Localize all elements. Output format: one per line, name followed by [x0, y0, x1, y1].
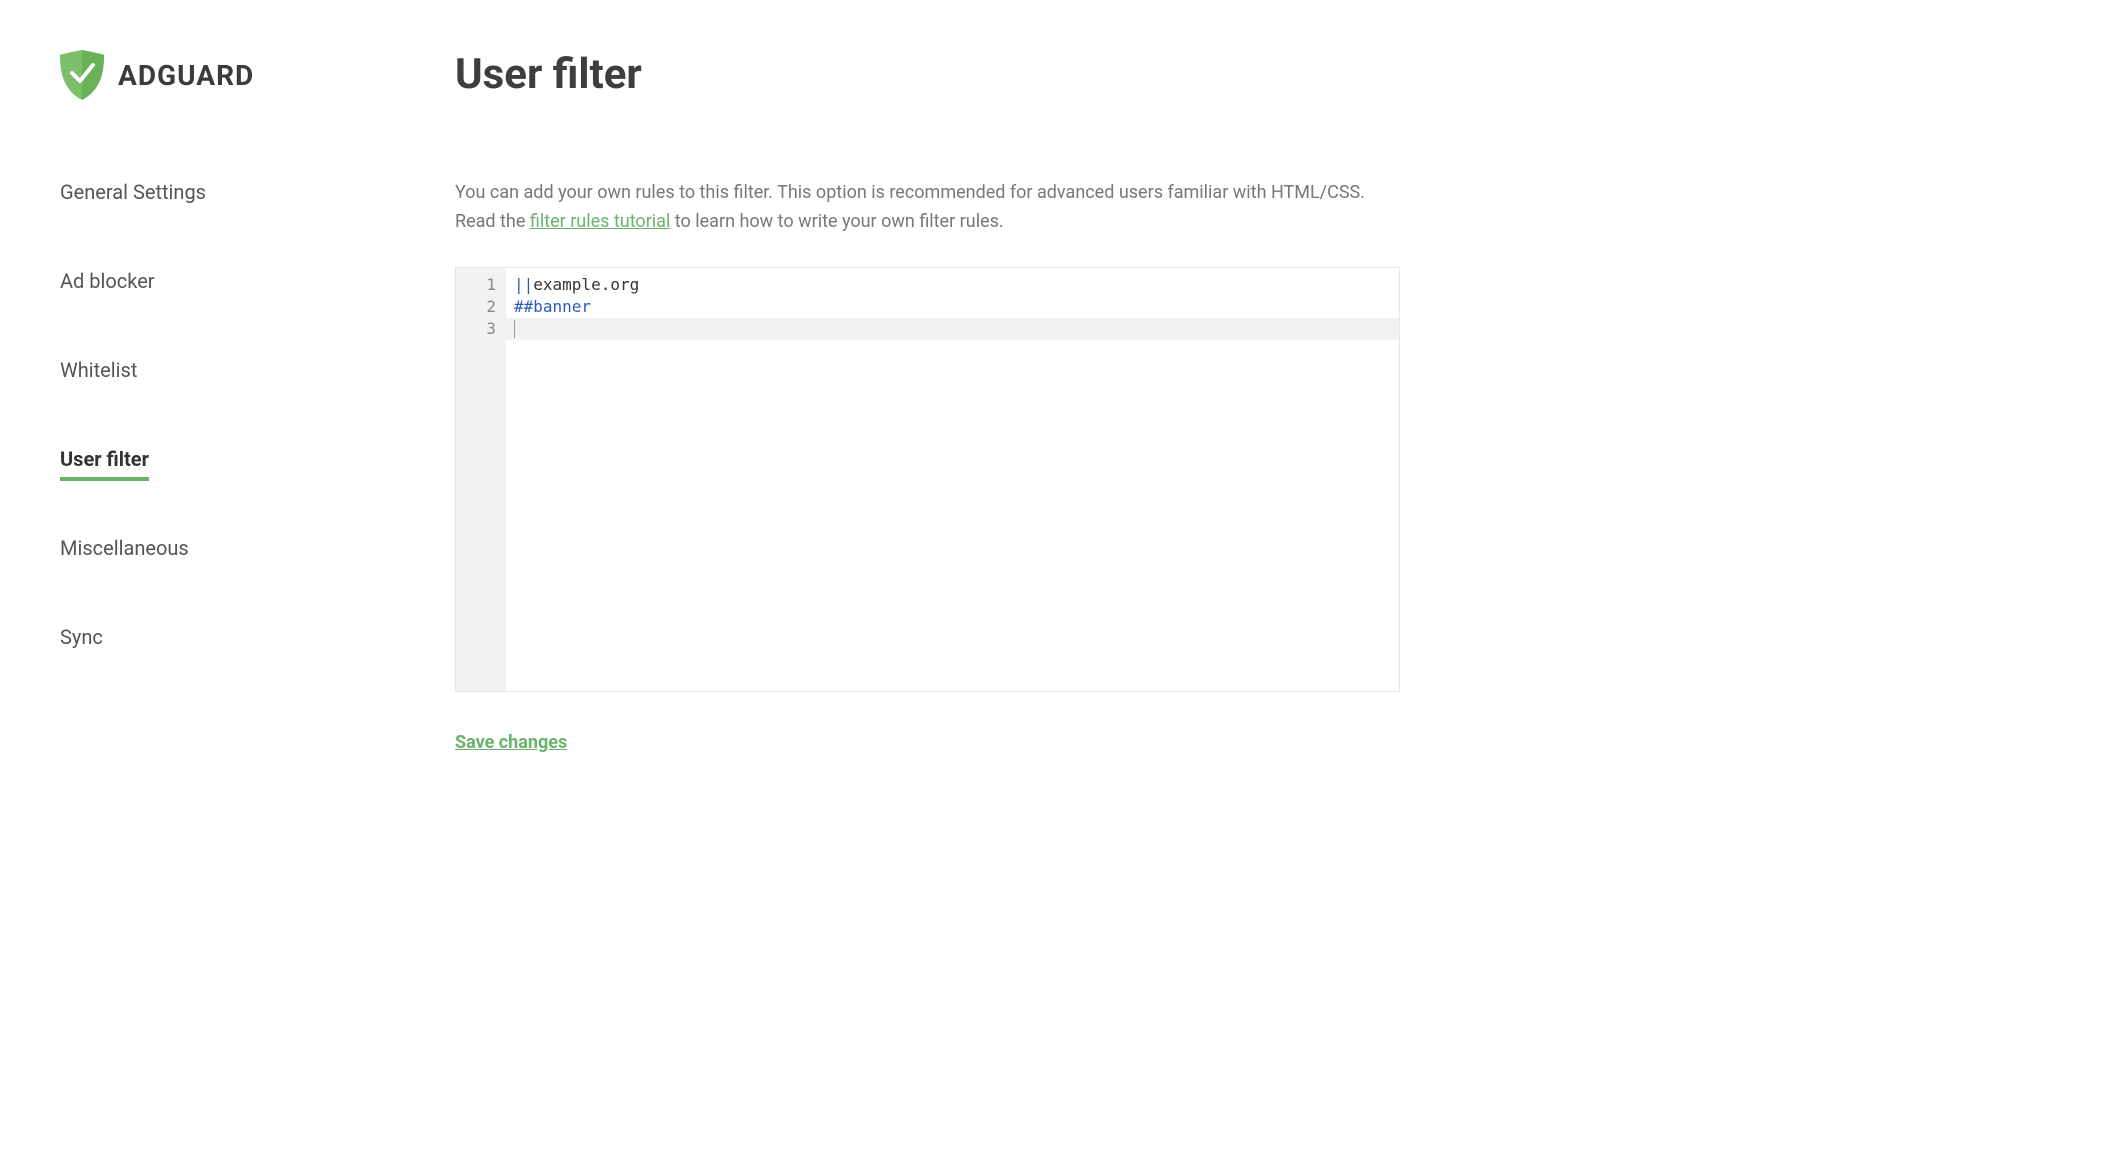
sidebar-item-ad-blocker[interactable]: Ad blocker [60, 259, 155, 303]
code-token: example.org [533, 275, 639, 294]
editor-line-number: 1 [470, 274, 496, 296]
save-changes-button[interactable]: Save changes [455, 732, 567, 753]
sidebar-item-sync[interactable]: Sync [60, 615, 103, 659]
filter-rules-tutorial-link[interactable]: filter rules tutorial [530, 211, 670, 232]
filter-rules-editor[interactable]: 123 ||example.org##banner [455, 267, 1400, 692]
editor-code-area[interactable]: ||example.org##banner [506, 268, 1399, 691]
brand-logo: ADGUARD [60, 50, 400, 100]
sidebar-item-miscellaneous[interactable]: Miscellaneous [60, 526, 189, 570]
sidebar-item-whitelist[interactable]: Whitelist [60, 348, 137, 392]
editor-line-number: 3 [470, 318, 496, 340]
sidebar-nav: General Settings Ad blocker Whitelist Us… [60, 170, 400, 704]
code-token: ##banner [514, 297, 591, 316]
editor-line[interactable]: ||example.org [506, 274, 1399, 296]
main-content: User filter You can add your own rules t… [400, 50, 1400, 753]
editor-gutter: 123 [456, 268, 506, 691]
text-cursor [514, 320, 515, 338]
editor-line[interactable]: ##banner [506, 296, 1399, 318]
page-description: You can add your own rules to this filte… [455, 179, 1400, 237]
sidebar-item-user-filter[interactable]: User filter [60, 437, 149, 481]
editor-line-number: 2 [470, 296, 496, 318]
page-title: User filter [455, 50, 1400, 99]
sidebar: ADGUARD General Settings Ad blocker Whit… [60, 50, 400, 753]
code-token: || [514, 275, 533, 294]
brand-name: ADGUARD [118, 59, 254, 92]
description-text-post: to learn how to write your own filter ru… [670, 211, 1003, 232]
shield-check-icon [60, 50, 104, 100]
editor-line[interactable] [506, 318, 1399, 340]
sidebar-item-general-settings[interactable]: General Settings [60, 170, 206, 214]
